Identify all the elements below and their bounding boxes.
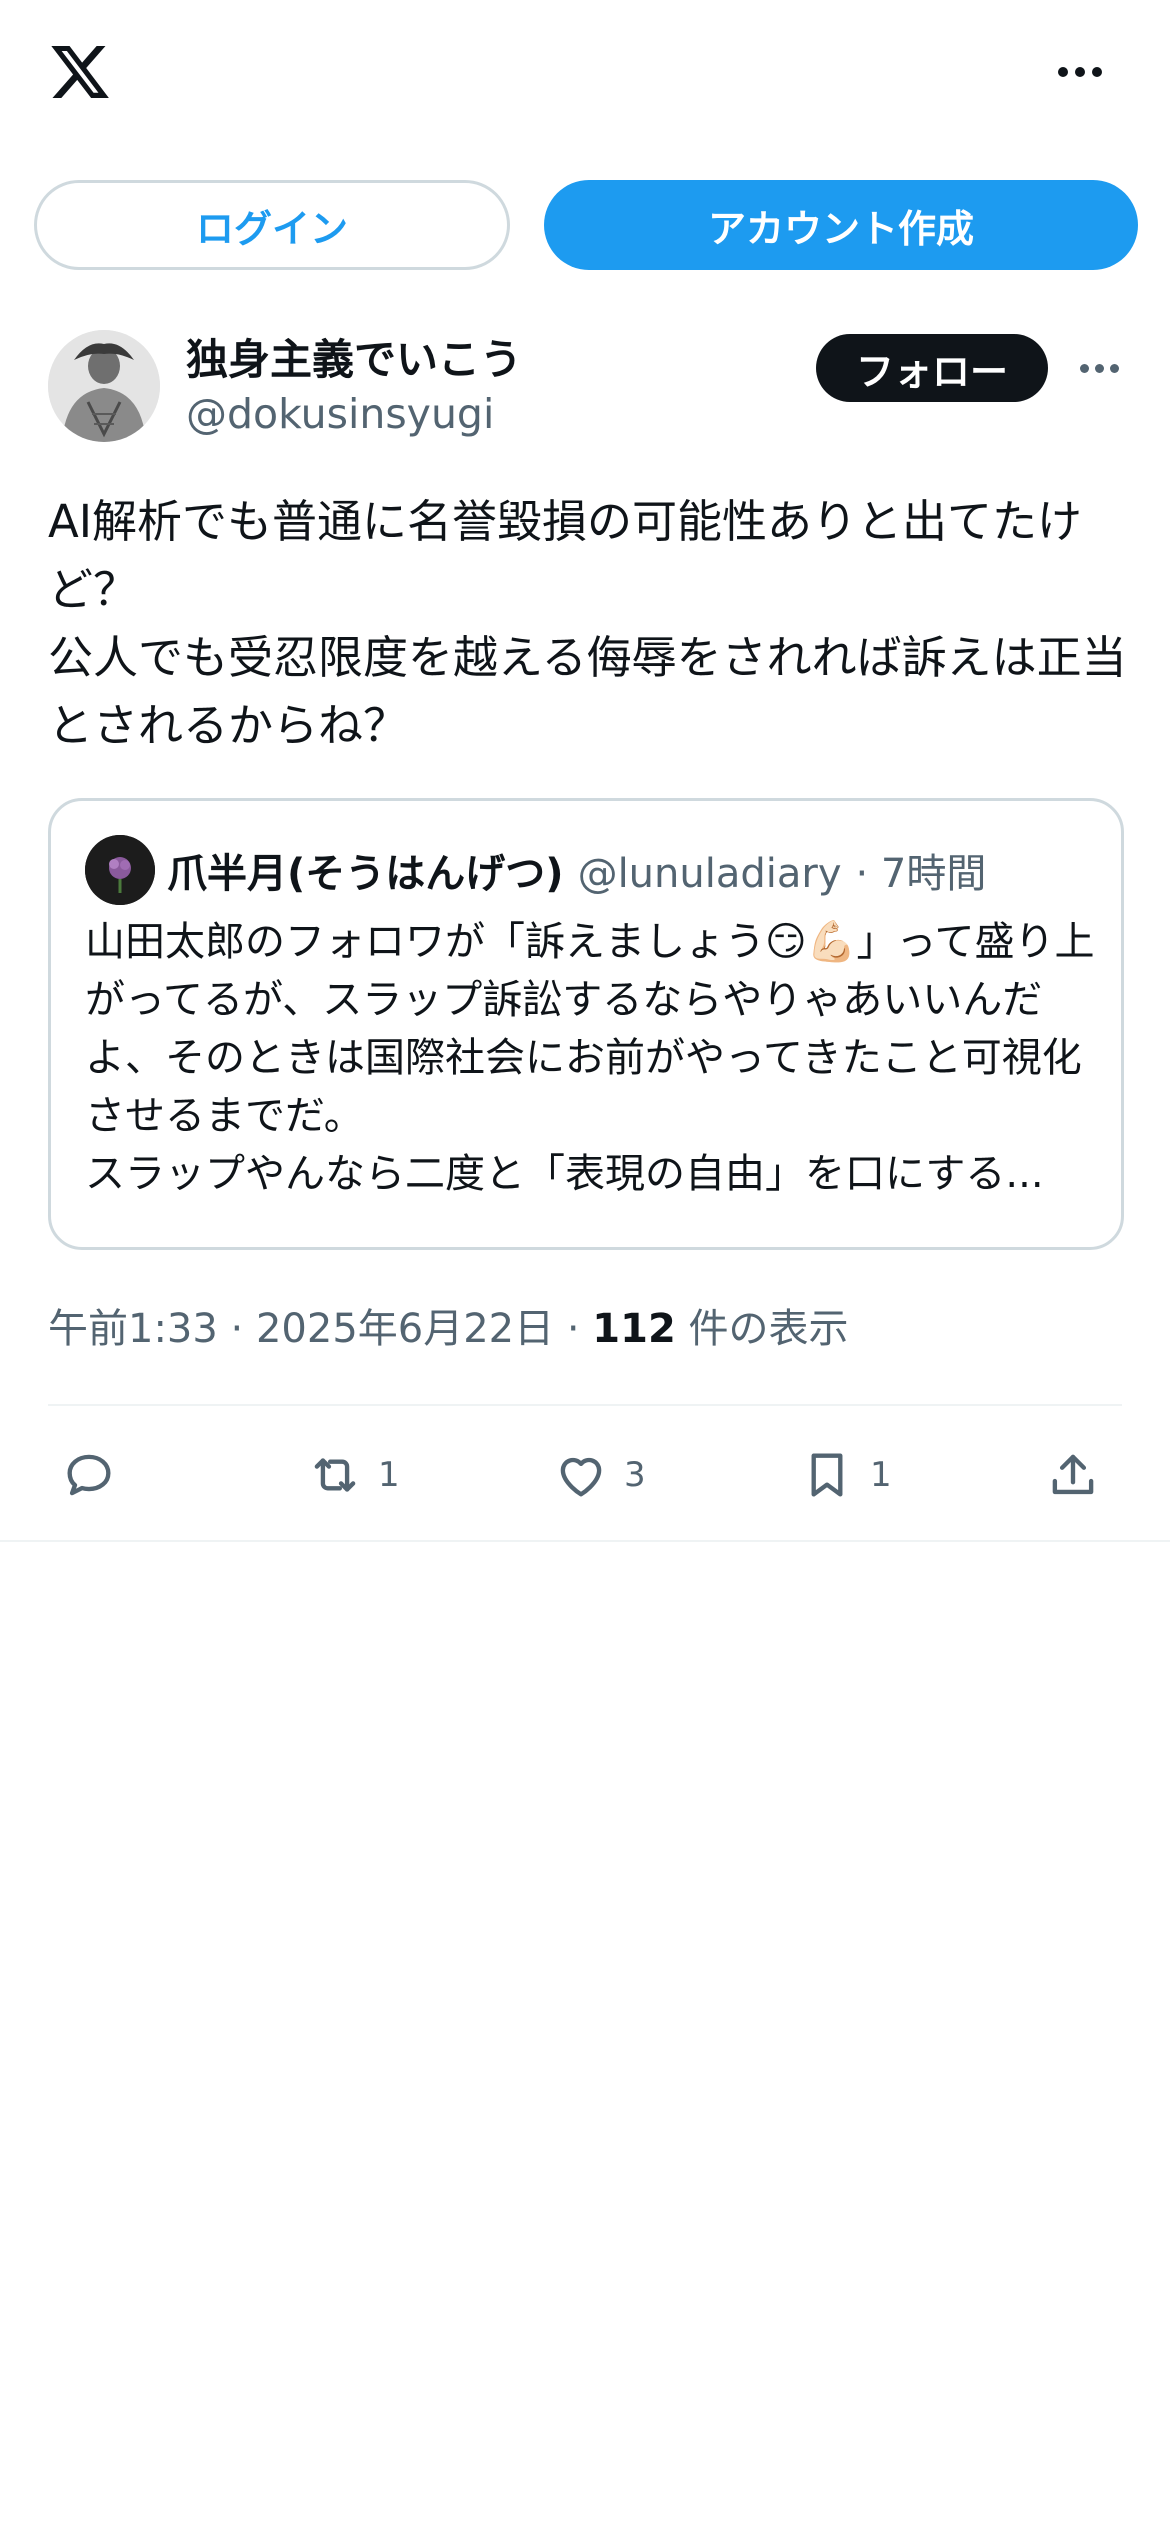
bookmark-icon — [811, 1453, 843, 1497]
views-count: 112 — [592, 1306, 676, 1352]
tweet-time[interactable]: 午前1:33 — [48, 1306, 218, 1352]
avatar[interactable] — [48, 330, 160, 442]
bookmark-button[interactable]: 1 — [798, 1430, 892, 1520]
reply-icon — [67, 1454, 111, 1496]
quote-header: 爪半月(そうはんげつ) @lunuladiary · 7時間 — [167, 841, 986, 899]
bookmark-count: 1 — [870, 1455, 892, 1495]
heart-icon — [560, 1457, 602, 1497]
tweet-text: AI解析でも普通に名誉毀損の可能性ありと出てたけど？ 公人でも受忍限度を越える侮… — [48, 495, 1127, 752]
top-bar — [0, 0, 1170, 150]
tweet-meta: 午前1:33 · 2025年6月22日 · 112 件の表示 — [48, 1306, 849, 1352]
retweet-count: 1 — [378, 1455, 400, 1495]
like-count: 3 — [624, 1455, 646, 1495]
author-handle[interactable]: @dokusinsyugi — [186, 390, 494, 438]
tweet-more-icon[interactable] — [1074, 350, 1124, 386]
more-horizontal-icon[interactable] — [1050, 54, 1110, 90]
follow-button[interactable]: フォロー — [816, 334, 1048, 402]
quote-avatar-image — [85, 835, 155, 905]
quote-text: 山田太郎のフォロワが「訴えましょう😏💪🏻」って盛り上がってるが、スラップ訴訟する… — [85, 919, 1095, 1197]
share-button[interactable] — [1044, 1430, 1102, 1520]
avatar-image — [48, 330, 160, 442]
quote-avatar — [85, 835, 155, 905]
quoted-tweet[interactable]: 爪半月(そうはんげつ) @lunuladiary · 7時間 山田太郎のフォロワ… — [48, 798, 1124, 1250]
quote-time: · 7時間 — [855, 851, 987, 897]
bottom-divider — [0, 1540, 1170, 1542]
login-button[interactable]: ログイン — [34, 180, 510, 270]
author-name[interactable]: 独身主義でいこう — [186, 326, 522, 387]
share-icon — [1052, 1454, 1094, 1495]
divider — [48, 1404, 1122, 1406]
quote-author-handle: @lunuladiary — [577, 851, 842, 897]
quote-author-name: 爪半月(そうはんげつ) — [167, 851, 564, 897]
retweet-icon — [314, 1458, 356, 1492]
retweet-button[interactable]: 1 — [306, 1430, 400, 1520]
signup-button[interactable]: アカウント作成 — [544, 180, 1138, 270]
views-label: 件の表示 — [688, 1306, 849, 1352]
like-button[interactable]: 3 — [552, 1430, 646, 1520]
action-bar: 1 3 1 — [0, 1430, 1170, 1520]
reply-button[interactable] — [60, 1430, 132, 1520]
x-logo-icon[interactable] — [46, 40, 114, 104]
tweet-date[interactable]: 2025年6月22日 — [256, 1306, 554, 1352]
